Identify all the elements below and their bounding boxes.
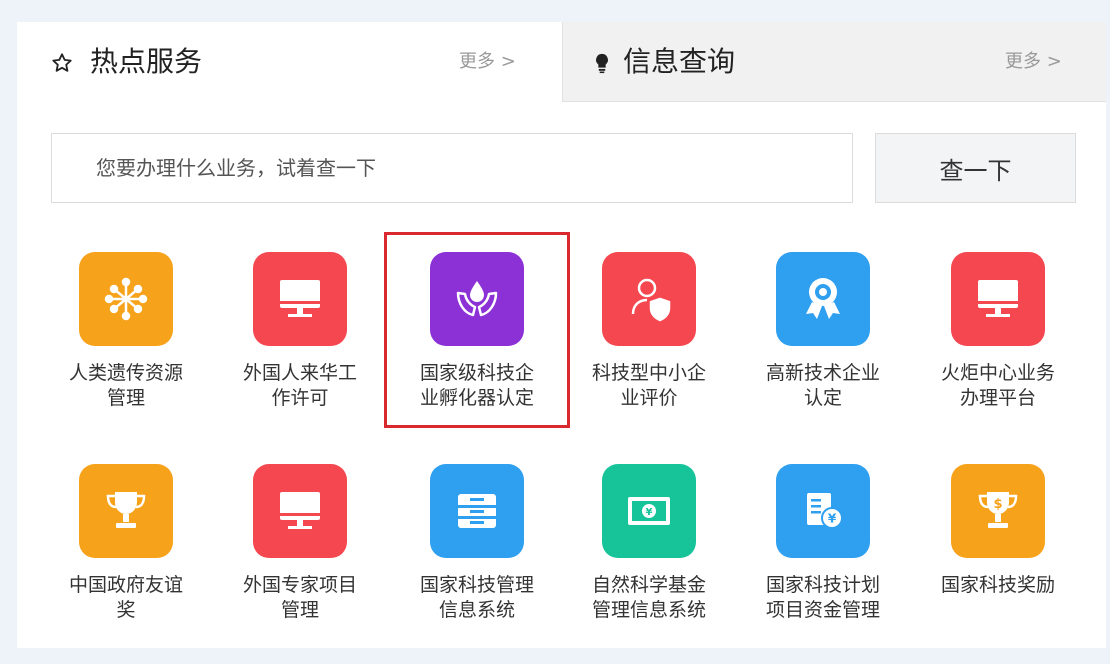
service-label: 外国专家项目 管理	[242, 574, 357, 621]
info-query-more-link[interactable]: 更多 >	[1005, 50, 1062, 74]
service-label: 国家科技管理 信息系统	[419, 574, 534, 621]
service-national-st-awards[interactable]: $ 国家科技奖励	[923, 464, 1073, 664]
service-torch-center-platform[interactable]: 火炬中心业务 办理平台	[923, 252, 1073, 452]
trophy-icon	[79, 464, 173, 558]
service-human-genetic-resources[interactable]: 人类遗传资源 管理	[51, 252, 201, 452]
service-label: 科技型中小企 业评价	[591, 362, 706, 409]
service-national-st-management-system[interactable]: 国家科技管理 信息系统	[402, 464, 552, 664]
lightbulb-icon	[591, 52, 613, 74]
service-label: 国家科技计划 项目资金管理	[765, 574, 880, 621]
service-label: 国家级科技企 业孵化器认定	[419, 362, 534, 409]
person-shield-icon	[602, 252, 696, 346]
tab-hot-services-title: 热点服务	[90, 45, 203, 78]
service-label: 自然科学基金 管理信息系统	[591, 574, 706, 621]
service-project-fund-management[interactable]: ¥ 国家科技计划 项目资金管理	[748, 464, 898, 664]
search-input[interactable]	[51, 133, 853, 203]
service-label: 外国人来华工 作许可	[242, 362, 357, 409]
tab-info-query-title: 信息查询	[623, 45, 736, 78]
service-sme-evaluation[interactable]: 科技型中小企 业评价	[574, 252, 724, 452]
hot-services-more-link[interactable]: 更多 >	[459, 50, 516, 74]
service-panel: 热点服务 更多 > 信息查询 更多 > 查一下 人类遗传资源管理	[17, 22, 1106, 648]
service-foreigner-work-permit[interactable]: 外国人来华工 作许可	[225, 252, 375, 452]
hands-seedling-icon	[430, 252, 524, 346]
monitor-icon	[253, 252, 347, 346]
trophy-dollar-icon: $	[951, 464, 1045, 558]
tab-bar: 热点服务 更多 > 信息查询 更多 >	[17, 22, 1106, 102]
service-label: 高新技术企业 认定	[765, 362, 880, 409]
service-label: 人类遗传资源 管理	[68, 362, 183, 409]
molecule-icon	[79, 252, 173, 346]
monitor-icon	[253, 464, 347, 558]
service-foreign-expert-projects[interactable]: 外国专家项目 管理	[225, 464, 375, 664]
service-incubator-certification[interactable]: 国家级科技企 业孵化器认定	[402, 252, 552, 452]
service-label: 火炬中心业务 办理平台	[940, 362, 1055, 409]
svg-text:¥: ¥	[828, 512, 837, 526]
tab-hot-services[interactable]: 热点服务 更多 >	[17, 22, 562, 102]
banknote-icon: ¥	[602, 464, 696, 558]
service-nsfc-system[interactable]: ¥ 自然科学基金 管理信息系统	[574, 464, 724, 664]
star-outline-icon	[51, 52, 73, 74]
service-label: 国家科技奖励	[940, 574, 1055, 596]
service-label: 中国政府友谊奖	[68, 574, 183, 621]
document-yen-icon: ¥	[776, 464, 870, 558]
service-friendship-award[interactable]: 中国政府友谊奖	[51, 464, 201, 664]
tab-info-query[interactable]: 信息查询 更多 >	[562, 22, 1106, 102]
svg-text:¥: ¥	[646, 507, 653, 518]
monitor-icon	[951, 252, 1045, 346]
svg-text:$: $	[993, 497, 1002, 512]
file-cabinet-icon	[430, 464, 524, 558]
search-button[interactable]: 查一下	[875, 133, 1076, 203]
award-badge-icon	[776, 252, 870, 346]
service-high-tech-enterprise[interactable]: 高新技术企业 认定	[748, 252, 898, 452]
